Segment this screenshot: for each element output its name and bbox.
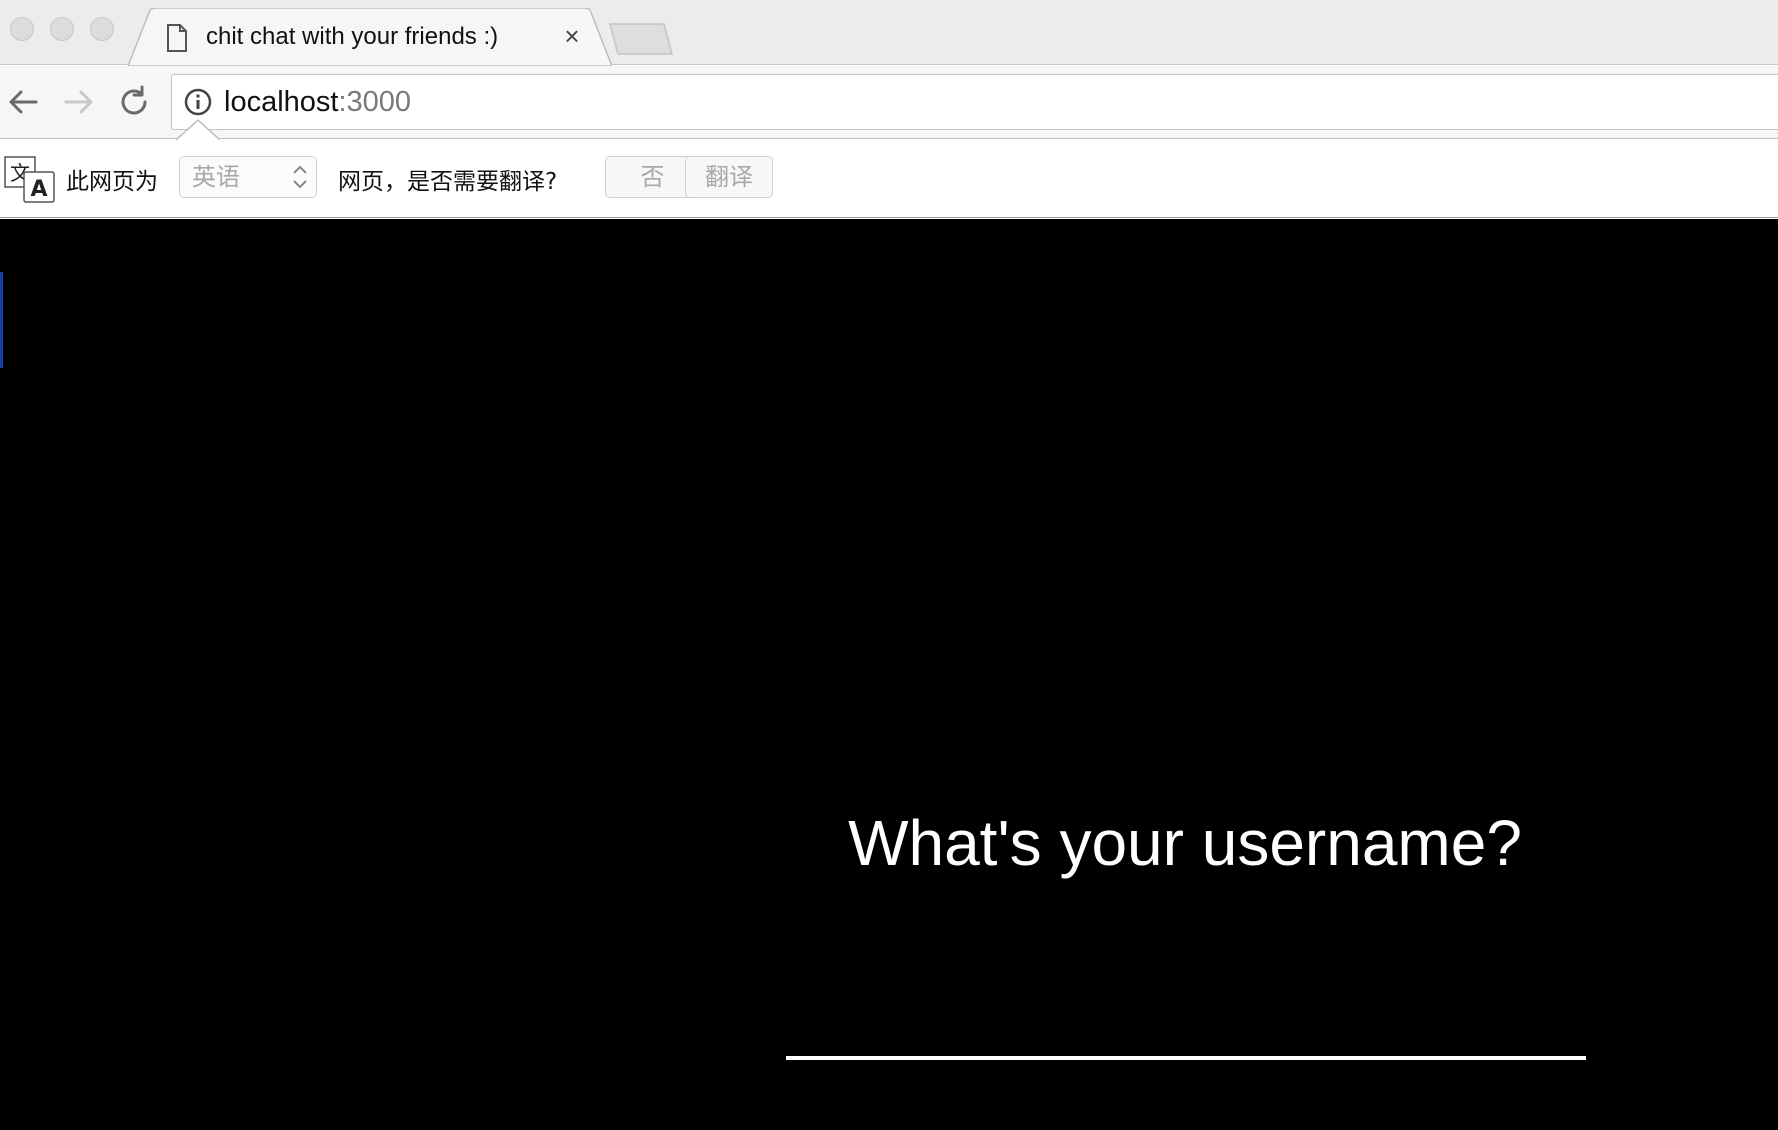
select-arrows-icon xyxy=(293,165,307,189)
forward-arrow-icon[interactable] xyxy=(60,84,96,120)
tab-close-icon[interactable]: × xyxy=(560,23,584,49)
zoom-window-button[interactable] xyxy=(90,17,114,41)
url-text[interactable]: localhost:3000 xyxy=(224,84,411,120)
translate-icon: 文 A xyxy=(4,156,55,203)
svg-text:A: A xyxy=(30,177,47,202)
page-content xyxy=(0,219,1778,1130)
address-bar[interactable] xyxy=(171,74,1778,130)
source-language-value: 英语 xyxy=(192,163,240,191)
back-arrow-icon[interactable] xyxy=(6,84,42,120)
username-prompt-container: What's your username? xyxy=(786,803,1584,883)
translate-prefix-text: 此网页为 xyxy=(66,169,158,195)
translate-suffix-text: 网页，是否需要翻译? xyxy=(338,169,558,195)
new-tab-button[interactable] xyxy=(608,22,674,56)
url-port: :3000 xyxy=(338,86,412,118)
browser-window: chit chat with your friends :) × localho… xyxy=(0,0,1778,1130)
file-icon xyxy=(167,24,187,52)
url-host: localhost xyxy=(224,86,339,118)
username-prompt: What's your username? xyxy=(848,807,1522,879)
minimize-window-button[interactable] xyxy=(50,17,74,41)
infobar-pointer xyxy=(176,118,220,140)
tab-strip: chit chat with your friends :) × xyxy=(0,0,1778,66)
tab-title: chit chat with your friends :) xyxy=(206,23,499,50)
info-icon[interactable] xyxy=(184,88,212,116)
close-window-button[interactable] xyxy=(10,17,34,41)
translate-button[interactable]: 翻译 xyxy=(685,156,773,198)
username-input[interactable] xyxy=(786,1000,1586,1060)
reload-icon[interactable] xyxy=(116,84,152,120)
left-edge-accent xyxy=(0,272,3,368)
